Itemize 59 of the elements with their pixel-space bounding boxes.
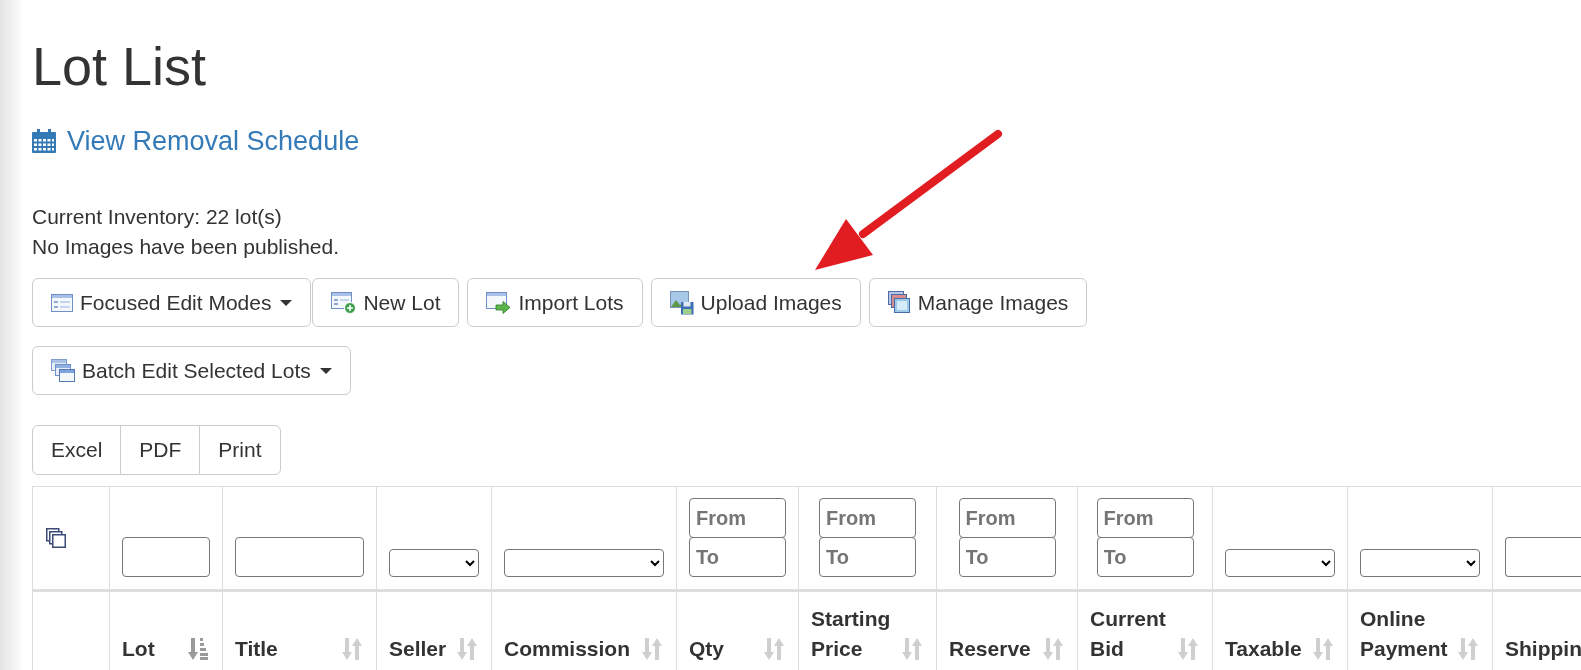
select-all-icon[interactable] bbox=[46, 527, 66, 548]
form-window-icon bbox=[51, 293, 73, 312]
column-header[interactable]: Qty bbox=[689, 634, 758, 664]
range-from-input[interactable]: From bbox=[1096, 498, 1194, 538]
window-arrow-icon bbox=[486, 291, 512, 314]
export-button[interactable]: Print bbox=[199, 425, 281, 475]
caret-icon bbox=[280, 299, 293, 306]
filter-select[interactable] bbox=[504, 549, 664, 577]
dropdown-button[interactable]: Focused Edit Modes bbox=[32, 278, 312, 327]
summary-text: No Images have been published. bbox=[32, 234, 340, 260]
removal-schedule-link[interactable]: View Removal Schedule bbox=[32, 122, 360, 160]
column-header[interactable]: Shippin bbox=[1505, 634, 1581, 664]
calendar-icon bbox=[32, 129, 56, 153]
range-from-input[interactable]: From bbox=[958, 498, 1056, 538]
column-header[interactable]: Online Payment bbox=[1360, 604, 1452, 664]
stacked-windows-icon bbox=[51, 359, 75, 382]
filter-select[interactable] bbox=[1225, 549, 1335, 577]
picture-floppy-icon bbox=[669, 290, 694, 315]
sort-icon[interactable] bbox=[902, 638, 922, 660]
range-from-input[interactable]: From bbox=[819, 498, 916, 538]
export-button[interactable]: Excel bbox=[32, 425, 122, 475]
export-button[interactable]: PDF bbox=[120, 425, 201, 475]
toolbar-button[interactable]: New Lot bbox=[312, 278, 460, 327]
page-title: Lot List bbox=[32, 37, 208, 96]
toolbar-button[interactable]: Manage Images bbox=[868, 278, 1088, 327]
sort-icon[interactable] bbox=[1043, 638, 1063, 660]
column-header[interactable]: Current Bid bbox=[1090, 604, 1172, 664]
filter-select[interactable] bbox=[389, 549, 479, 577]
column-header[interactable]: Commission bbox=[504, 634, 636, 664]
filter-input[interactable] bbox=[122, 537, 210, 577]
caret-icon bbox=[319, 367, 332, 374]
sort-ascending-icon[interactable] bbox=[188, 638, 208, 660]
range-to-input[interactable]: To bbox=[689, 537, 786, 577]
stacked-pictures-icon bbox=[887, 291, 911, 314]
filter-input[interactable] bbox=[1505, 537, 1581, 577]
toolbar-button[interactable]: Import Lots bbox=[467, 278, 643, 327]
range-to-input[interactable]: To bbox=[819, 537, 916, 577]
dropdown-button[interactable]: Batch Edit Selected Lots bbox=[32, 346, 351, 395]
range-to-input[interactable]: To bbox=[958, 537, 1056, 577]
range-to-input[interactable]: To bbox=[1096, 537, 1194, 577]
sort-icon[interactable] bbox=[1178, 638, 1198, 660]
range-from-input[interactable]: From bbox=[689, 498, 786, 538]
column-header[interactable]: Title bbox=[235, 634, 336, 664]
filter-select[interactable] bbox=[1360, 549, 1480, 577]
column-header[interactable]: Starting Price bbox=[811, 604, 896, 664]
column-header[interactable]: Seller bbox=[389, 634, 451, 664]
sort-icon[interactable] bbox=[764, 638, 784, 660]
sort-icon[interactable] bbox=[342, 638, 362, 660]
form-add-icon bbox=[331, 291, 357, 314]
sort-icon[interactable] bbox=[642, 638, 662, 660]
sort-icon[interactable] bbox=[457, 638, 477, 660]
sort-icon[interactable] bbox=[1458, 638, 1478, 660]
filter-input[interactable] bbox=[235, 537, 364, 577]
sort-icon[interactable] bbox=[1313, 638, 1333, 660]
summary-text: Current Inventory: 22 lot(s) bbox=[32, 204, 282, 230]
toolbar-button[interactable]: Upload Images bbox=[650, 278, 861, 327]
column-header[interactable]: Lot bbox=[122, 634, 182, 664]
column-header[interactable]: Taxable bbox=[1225, 634, 1307, 664]
column-header[interactable]: Reserve bbox=[949, 634, 1037, 664]
